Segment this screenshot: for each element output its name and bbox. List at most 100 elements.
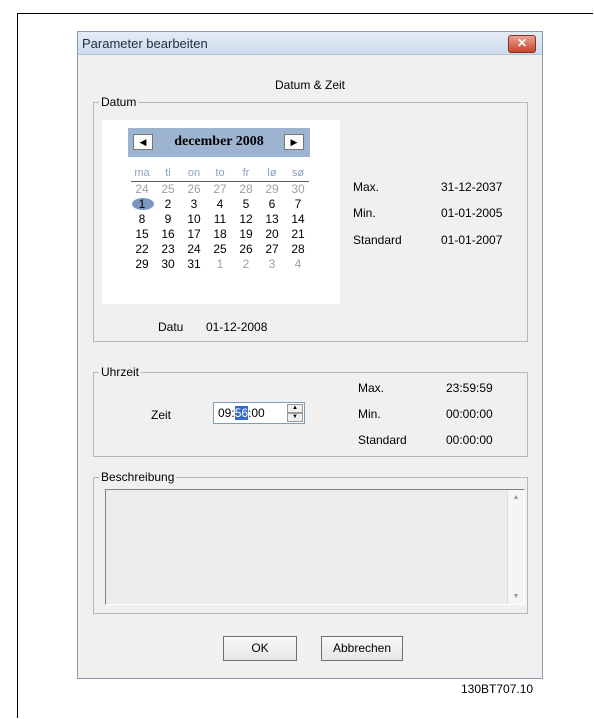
close-icon: ✕ [516,36,528,50]
calendar-week-row: 1 2 3 4 5 6 7 [131,197,309,212]
title-bar[interactable]: Parameter bearbeiten ✕ [78,32,542,55]
prev-arrow-icon: ◀ [139,137,147,147]
calendar-day[interactable]: 26 [235,242,257,256]
time-up-button[interactable]: ▲ [287,404,303,413]
calendar-day[interactable]: 20 [261,227,283,241]
calendar-week-row: 8 9 10 11 12 13 14 [131,212,309,227]
calendar-day[interactable]: 8 [131,212,153,226]
cancel-button-label: Abbrechen [332,641,392,655]
calendar-day[interactable]: 29 [261,182,283,196]
date-standard-value: 01-01-2007 [441,233,503,247]
time-min-value: 00:00:00 [446,407,493,421]
window-title: Parameter bearbeiten [82,36,208,51]
time-value: 09:56:00 [218,406,265,420]
calendar-day[interactable]: 13 [261,212,283,226]
scroll-up-icon[interactable]: ▲ [508,494,524,501]
calendar-day[interactable]: 30 [157,257,179,271]
month-label: december 2008 [174,134,264,149]
description-textarea[interactable]: ▲ ▼ [105,489,525,605]
next-month-button[interactable]: ▶ [284,134,304,150]
date-standard-label: Standard [353,233,402,247]
ok-button[interactable]: OK [223,636,297,661]
dialog-caption: Datum & Zeit [274,78,346,92]
time-standard-label: Standard [358,433,407,447]
calendar-day[interactable]: 5 [235,197,257,211]
calendar-day[interactable]: 4 [209,197,231,211]
calendar-day[interactable]: 31 [183,257,205,271]
beschreibung-group-legend: Beschreibung [99,470,177,484]
time-max-value: 23:59:59 [446,381,493,395]
calendar-day[interactable]: 22 [131,242,153,256]
time-min-label: Min. [358,407,381,421]
calendar-day[interactable]: 27 [209,182,231,196]
calendar-week-row: 24 25 26 27 28 29 30 [131,182,309,197]
calendar-day[interactable]: 27 [261,242,283,256]
calendar-day[interactable]: 6 [261,197,283,211]
calendar-day[interactable]: 30 [287,182,309,196]
calendar-day[interactable]: 17 [183,227,205,241]
scroll-down-icon[interactable]: ▼ [508,593,524,600]
time-seconds: :00 [248,406,265,420]
calendar-header: ◀ december 2008 ▶ [128,128,310,157]
time-max-label: Max. [358,381,385,395]
down-arrow-icon: ▼ [292,414,298,420]
calendar-day[interactable]: 14 [287,212,309,226]
calendar-day[interactable]: 25 [157,182,179,196]
date-value: 01-12-2008 [206,320,268,334]
calendar-day[interactable]: 3 [183,197,205,211]
calendar-day[interactable]: 7 [287,197,309,211]
calendar-week-row: 22 23 24 25 26 27 28 [131,242,309,257]
weekday-label: ti [165,167,171,179]
calendar-week-row: 15 16 17 18 19 20 21 [131,227,309,242]
date-min-label: Min. [353,206,376,220]
description-scrollbar[interactable]: ▲ ▼ [507,490,524,604]
calendar-day[interactable]: 23 [157,242,179,256]
calendar-day[interactable]: 12 [235,212,257,226]
calendar-day[interactable]: 24 [131,182,153,196]
up-arrow-icon: ▲ [292,405,298,411]
uhrzeit-group-legend: Uhrzeit [99,365,142,379]
calendar-week-row: 29 30 31 1 2 3 4 [131,257,309,272]
date-max-label: Max. [353,180,380,194]
ok-button-label: OK [251,641,269,655]
calendar-day-selected[interactable]: 1 [131,197,153,211]
calendar-day[interactable]: 28 [287,242,309,256]
calendar-day[interactable]: 10 [183,212,205,226]
calendar-day[interactable]: 16 [157,227,179,241]
weekday-label: ma [134,167,150,179]
calendar-day[interactable]: 21 [287,227,309,241]
time-down-button[interactable]: ▼ [287,413,303,422]
calendar-day[interactable]: 2 [157,197,179,211]
time-input[interactable]: 09:56:00 ▲ ▼ [213,402,305,424]
time-label: Zeit [151,408,172,422]
dialog-window: Parameter bearbeiten ✕ Datum & Zeit Datu… [77,31,543,679]
weekday-label: sø [291,167,305,179]
calendar-day[interactable]: 19 [235,227,257,241]
close-button[interactable]: ✕ [508,35,536,53]
calendar-day[interactable]: 25 [209,242,231,256]
calendar-day[interactable]: 26 [183,182,205,196]
prev-month-button[interactable]: ◀ [133,134,153,150]
calendar-day[interactable]: 4 [287,257,309,271]
time-hours: 09: [218,406,235,420]
calendar-day[interactable]: 29 [131,257,153,271]
time-minutes-selected: 56 [234,406,249,420]
calendar-day[interactable]: 24 [183,242,205,256]
calendar: ◀ december 2008 ▶ ma ti on to fr lø sø 2… [102,120,340,304]
weekday-label: on [187,167,201,179]
calendar-day[interactable]: 1 [209,257,231,271]
date-max-value: 31-12-2037 [441,180,503,194]
calendar-day[interactable]: 15 [131,227,153,241]
weekday-header-row: ma ti on to fr lø sø [131,167,309,182]
datum-group-legend: Datum [99,95,139,109]
calendar-day[interactable]: 11 [209,212,231,226]
calendar-day[interactable]: 3 [261,257,283,271]
calendar-day[interactable]: 2 [235,257,257,271]
calendar-day[interactable]: 18 [209,227,231,241]
calendar-day[interactable]: 9 [157,212,179,226]
next-arrow-icon: ▶ [290,137,298,147]
date-min-value: 01-01-2005 [441,206,503,220]
weekday-label: fr [242,167,250,179]
cancel-button[interactable]: Abbrechen [321,636,403,661]
calendar-day[interactable]: 28 [235,182,257,196]
